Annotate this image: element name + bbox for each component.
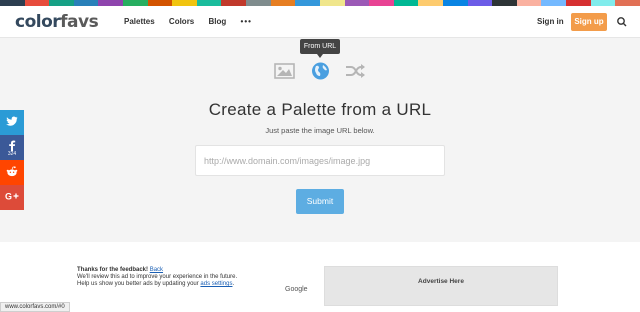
page-subtitle: Just paste the image URL below. xyxy=(265,126,375,135)
twitter-icon xyxy=(6,116,18,126)
ad-feedback-line2: Help us show you better ads by updating … xyxy=(77,281,199,287)
page-title: Create a Palette from a URL xyxy=(208,100,432,119)
ad-feedback-period: . xyxy=(232,281,235,287)
google-plus-icon: G xyxy=(5,192,19,202)
nav-blog[interactable]: Blog xyxy=(209,17,227,26)
signin-link[interactable]: Sign in xyxy=(537,17,564,26)
reddit-share-button[interactable] xyxy=(0,160,24,185)
twitter-share-button[interactable] xyxy=(0,110,24,135)
shuffle-icon[interactable] xyxy=(345,61,366,81)
image-icon[interactable] xyxy=(274,61,295,81)
advertise-here-box[interactable]: Advertise Here xyxy=(324,266,558,306)
signup-button[interactable]: Sign up xyxy=(571,13,607,31)
nav-palettes[interactable]: Palettes xyxy=(124,17,155,26)
nav-colors[interactable]: Colors xyxy=(169,17,194,26)
ad-feedback-title: Thanks for the feedback! xyxy=(77,267,149,273)
facebook-icon xyxy=(9,140,16,151)
reddit-icon xyxy=(6,166,18,177)
top-navbar: colorfavs Palettes Colors Blog ••• Sign … xyxy=(0,6,640,38)
ad-settings-link[interactable]: ads settings xyxy=(200,281,232,287)
ad-feedback: Thanks for the feedback! Back We'll revi… xyxy=(77,267,237,288)
browser-status-url: www.colorfavs.com/#0 xyxy=(0,302,70,312)
logo[interactable]: colorfavs xyxy=(15,12,99,32)
from-url-tooltip: From URL xyxy=(300,39,340,58)
ad-feedback-line1: We'll review this ad to improve your exp… xyxy=(77,274,238,280)
google-plus-share-button[interactable]: G xyxy=(0,185,24,210)
globe-icon[interactable] xyxy=(311,61,330,81)
submit-button[interactable]: Submit xyxy=(296,189,344,214)
image-url-input[interactable] xyxy=(195,145,445,176)
svg-text:G: G xyxy=(5,192,12,202)
primary-nav: Palettes Colors Blog ••• xyxy=(124,17,264,26)
search-icon[interactable] xyxy=(616,16,628,28)
facebook-share-button[interactable]: 324 xyxy=(0,135,24,160)
google-label: Google xyxy=(285,286,308,293)
facebook-share-count: 324 xyxy=(7,151,17,157)
ad-back-link[interactable]: Back xyxy=(150,267,163,273)
more-menu[interactable]: ••• xyxy=(241,17,252,26)
